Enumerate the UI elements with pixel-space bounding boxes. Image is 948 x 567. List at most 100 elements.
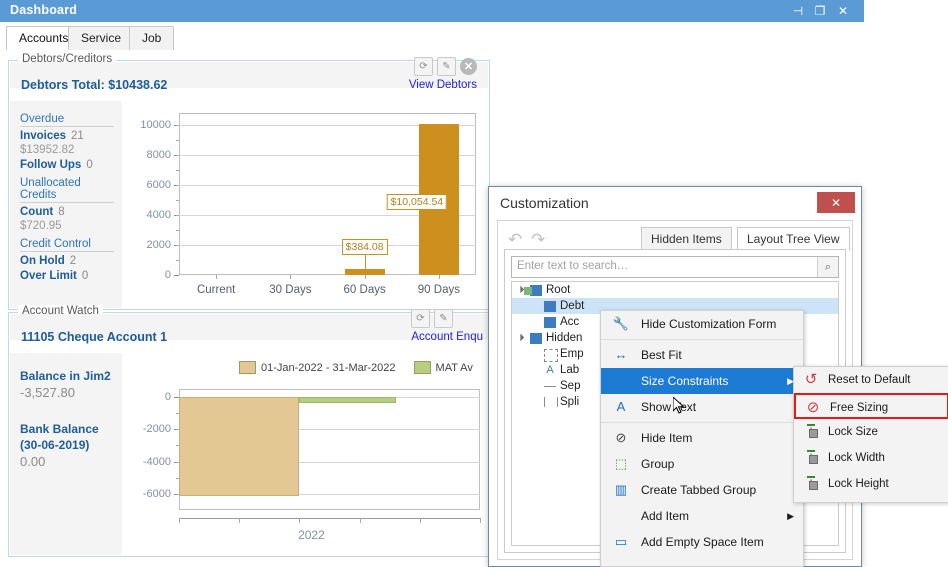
invoices-value: 21 — [71, 130, 84, 142]
y-axis-tick-label: 8000 — [147, 149, 171, 161]
submenu-item-label: Lock Height — [828, 478, 889, 490]
expander-icon[interactable]: ◢ — [512, 329, 530, 347]
menu-item[interactable]: ↔ Best Fit — [601, 342, 803, 368]
tree-node-label: Root — [546, 282, 570, 298]
debtors-stats-column: Overdue Invoices21 $13952.82 Follow Ups0… — [10, 101, 122, 308]
x-axis-tick-label: 90 Days — [418, 284, 460, 296]
account-enquiry-link[interactable]: Account Enqu — [411, 331, 483, 343]
window-title: Dashboard — [10, 3, 77, 17]
menu-item[interactable]: Size Constraints▶ — [601, 368, 803, 394]
x-axis-line — [179, 518, 480, 519]
onhold-row: On Hold2 — [20, 255, 122, 267]
tabbed-group-icon: ▥ — [612, 482, 630, 498]
submenu-item[interactable]: ⊘Free Sizing — [794, 393, 948, 419]
edit-icon[interactable]: ✎ — [437, 57, 456, 76]
close-icon[interactable]: ✕ — [460, 58, 477, 75]
bar[interactable] — [299, 397, 395, 403]
menu-separator — [601, 422, 803, 423]
overlimit-row: Over Limit0 — [20, 270, 122, 282]
lock-height-icon: I — [802, 476, 820, 492]
tree-node[interactable]: ◢Root — [512, 282, 838, 298]
y-axis-minor-tick — [176, 200, 179, 201]
menu-item[interactable]: Add Item▶ — [601, 503, 803, 529]
tree-node-label: Acc — [560, 314, 579, 330]
view-debtors-link[interactable]: View Debtors — [409, 79, 477, 91]
size-constraints-submenu[interactable]: ↺Reset to Default⊘Free SizingILock SizeI… — [793, 366, 948, 503]
padlock-icon — [809, 481, 818, 490]
search-input[interactable]: Enter text to search… — [517, 260, 628, 272]
y-axis-minor-tick — [176, 260, 179, 261]
x-axis-label: 2022 — [298, 528, 325, 542]
x-axis-tick — [439, 275, 440, 279]
redo-icon[interactable]: ↷ — [531, 230, 545, 250]
menu-item[interactable]: ▥Create Tabbed Group — [601, 477, 803, 503]
lock-width-icon: I — [802, 450, 820, 466]
dialog-title: Customization — [500, 195, 589, 211]
menu-item-label: Best Fit — [641, 348, 682, 362]
menu-item[interactable]: 🔧Hide Customization Form — [601, 311, 803, 337]
account-watch-stats-column: Balance in Jim2 -3,527.80 Bank Balance (… — [10, 353, 122, 555]
tree-node-label: Spli — [560, 394, 579, 410]
balance-value: -3,527.80 — [20, 385, 122, 400]
submenu-item[interactable]: I Lock Height — [794, 471, 948, 497]
debtors-total-label: Debtors Total: $10438.62 — [21, 78, 167, 92]
followups-label: Follow Ups — [20, 159, 81, 171]
reset-icon: ↺ — [802, 372, 820, 388]
chart-legend: 01-Jan-2022 - 31-Mar-2022 MAT Av — [239, 361, 473, 374]
legend-swatch — [239, 361, 256, 374]
refresh-icon[interactable]: ⟳ — [411, 309, 430, 328]
pin-icon[interactable]: ⊣ — [790, 4, 806, 19]
search-icon[interactable]: ⌕ — [817, 257, 838, 277]
splitter-icon — [544, 397, 558, 407]
invoices-row: Invoices21 — [20, 130, 122, 142]
menu-item[interactable]: ▭Add Empty Space Item — [601, 529, 803, 555]
item-icon — [544, 317, 556, 328]
submenu-item[interactable]: ↺Reset to Default — [794, 367, 948, 393]
tab-service[interactable]: Service — [68, 26, 134, 50]
item-icon — [530, 333, 542, 344]
submenu-item[interactable]: ILock Width — [794, 445, 948, 471]
context-menu[interactable]: 🔧Hide Customization Form ↔ Best Fit Size Co… — [600, 310, 804, 567]
bank-balance-value: 0.00 — [20, 454, 122, 469]
y-axis-tick — [174, 275, 179, 276]
restore-icon[interactable]: ❐ — [812, 4, 828, 19]
submenu-item[interactable]: ILock Size — [794, 419, 948, 445]
best-fit-icon: ↔ — [612, 347, 630, 363]
group-icon — [530, 285, 542, 296]
y-axis-tick-label: -2000 — [143, 423, 171, 435]
x-axis-tick-label: Current — [197, 284, 235, 296]
tree-node-label: Sep — [560, 378, 580, 394]
legend-item: MAT Av — [414, 361, 473, 374]
menu-item-label: Size Constraints — [641, 374, 728, 388]
menu-item-label: Group — [641, 457, 674, 471]
invoices-amount: $13952.82 — [20, 144, 122, 156]
edit-icon[interactable]: ✎ — [434, 309, 453, 328]
data-label: $10,054.54 — [387, 194, 448, 210]
tab-hidden-items[interactable]: Hidden Items — [641, 227, 732, 251]
free-sizing-icon: ⊘ — [804, 400, 822, 416]
close-icon[interactable]: ✕ — [835, 4, 851, 19]
tab-job[interactable]: Job — [129, 26, 174, 50]
refresh-icon[interactable]: ⟳ — [414, 57, 433, 76]
undo-icon[interactable]: ↶ — [508, 230, 522, 250]
legend-item: 01-Jan-2022 - 31-Mar-2022 — [239, 361, 396, 374]
x-axis-tick — [290, 275, 291, 279]
y-axis-tick-label: 6000 — [147, 179, 171, 191]
menu-item[interactable]: ⊘Hide Item — [601, 425, 803, 451]
hide-item-icon: ⊘ — [612, 430, 630, 446]
count-value: 8 — [58, 206, 64, 218]
x-axis-tick — [216, 275, 217, 279]
menu-item[interactable]: ⬚Group — [601, 451, 803, 477]
lock-bar — [807, 424, 815, 426]
dialog-close-button[interactable]: ✕ — [817, 192, 855, 213]
bar[interactable] — [179, 397, 299, 496]
legend-label: 01-Jan-2022 - 31-Mar-2022 — [261, 362, 396, 374]
menu-item[interactable]: AShow Text — [601, 394, 803, 420]
search-box[interactable]: Enter text to search… ⌕ — [511, 256, 839, 278]
x-axis-tick — [239, 518, 240, 523]
y-axis-minor-tick — [176, 125, 179, 126]
y-axis-minor-tick — [176, 215, 179, 216]
onhold-label: On Hold — [20, 255, 65, 267]
tab-layout-tree-view[interactable]: Layout Tree View — [737, 227, 850, 251]
show-text-icon: A — [612, 399, 630, 415]
